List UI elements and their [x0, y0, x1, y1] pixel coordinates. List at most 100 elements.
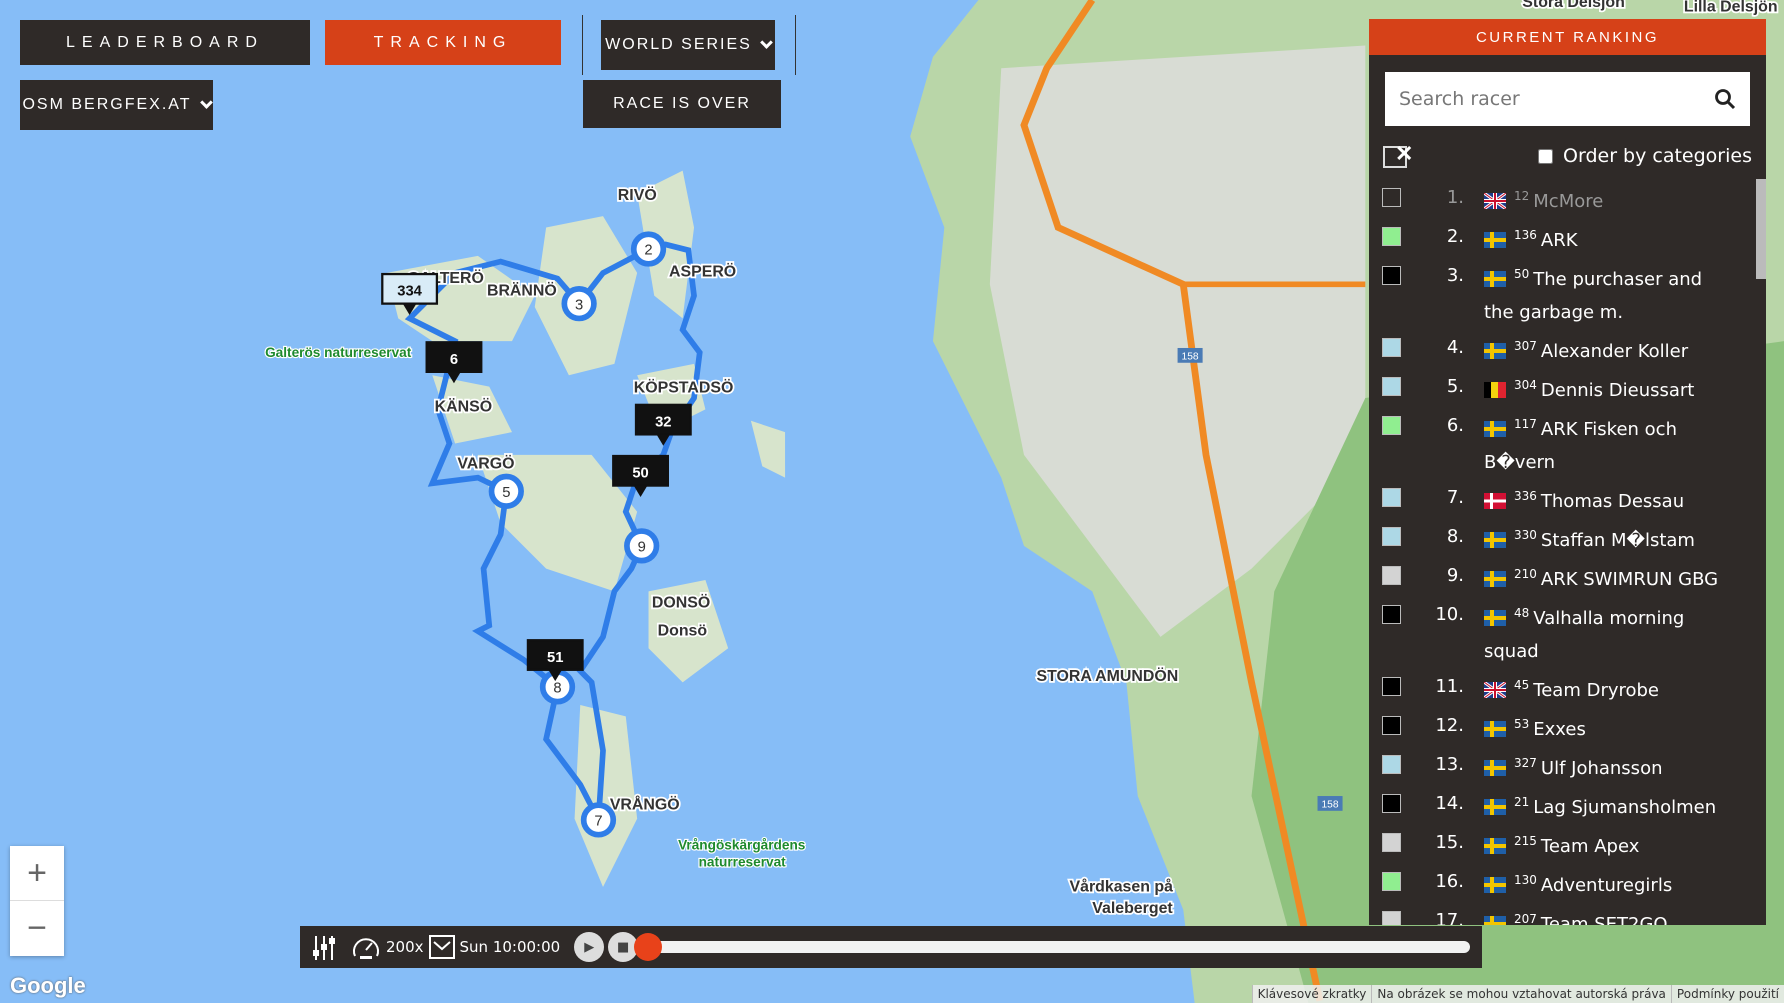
racer-color-toggle[interactable] — [1382, 677, 1401, 696]
bib-number: 304 — [1514, 378, 1537, 392]
flag-gb-icon — [1483, 680, 1507, 700]
search-icon[interactable] — [1714, 88, 1736, 110]
ranking-row[interactable]: 5. 304 Dennis Dieussart — [1369, 368, 1752, 407]
checkpoint-marker[interactable]: 3 — [561, 286, 597, 322]
rank: 1. — [1446, 187, 1464, 208]
racer-color-toggle[interactable] — [1382, 266, 1401, 285]
racer-color-toggle[interactable] — [1382, 416, 1401, 435]
ranking-row[interactable]: 8. 330 Staffan M�lstam — [1369, 518, 1752, 557]
bib-number: 53 — [1514, 717, 1530, 731]
checkpoint-marker[interactable]: 9 — [624, 528, 660, 564]
racer-name: Team Dryrobe — [1533, 680, 1660, 701]
name-cell: 12 McMore — [1483, 180, 1729, 218]
clear-selection-icon[interactable]: ✕ — [1383, 141, 1413, 168]
ranking-row[interactable]: 1. 12 McMore — [1369, 179, 1752, 218]
reserve-label: Galterös naturreservat — [265, 345, 412, 360]
name-cell: 330 Staffan M�lstam — [1484, 519, 1729, 557]
racer-color-toggle[interactable] — [1382, 872, 1401, 891]
search-input[interactable] — [1399, 88, 1714, 110]
flag-be-icon — [1484, 382, 1506, 398]
ranking-row[interactable]: 2. 136 ARK — [1369, 218, 1752, 257]
racer-color-toggle[interactable] — [1382, 227, 1401, 246]
bib-number: 130 — [1514, 873, 1537, 887]
racer-name: Adventuregirls — [1540, 875, 1673, 896]
racer-name: Dennis Dieussart — [1540, 380, 1695, 401]
racer-color-toggle[interactable] — [1382, 605, 1401, 624]
bib-number: 48 — [1514, 606, 1530, 620]
ranking-panel: CURRENT RANKING ✕ Order by categories 1.… — [1369, 19, 1766, 925]
scrollbar[interactable] — [1756, 179, 1766, 279]
ranking-row[interactable]: 17. 207 Team SET2GO — [1369, 902, 1752, 925]
ranking-row[interactable]: 3. 50 The purchaser and the garbage m. — [1369, 257, 1752, 329]
flag-se-icon — [1484, 232, 1506, 248]
racer-color-toggle[interactable] — [1382, 794, 1401, 813]
attribution-link[interactable]: Podmínky použití — [1670, 985, 1784, 1003]
ranking-row[interactable]: 14. 21 Lag Sjumansholmen — [1369, 785, 1752, 824]
timeline-handle[interactable] — [634, 933, 663, 961]
clock-icon[interactable] — [428, 933, 456, 961]
racer-color-toggle[interactable] — [1382, 188, 1401, 207]
rank: 12. — [1435, 715, 1464, 736]
name-cell: 207 Team SET2GO — [1484, 903, 1729, 925]
leaderboard-tab[interactable]: LEADERBOARD — [20, 20, 310, 65]
map-layer-label: OSM BERGFEX.AT — [22, 96, 192, 113]
bib-number: 330 — [1514, 528, 1537, 542]
ranking-row[interactable]: 13. 327 Ulf Johansson — [1369, 746, 1752, 785]
place-label: VARGÖ — [457, 454, 514, 473]
speedometer-icon[interactable] — [350, 932, 382, 962]
timeline-slider[interactable] — [634, 933, 1470, 961]
play-button[interactable]: ▶ — [574, 932, 605, 962]
place-label: Donsö — [658, 623, 708, 640]
checkpoint-marker[interactable]: 5 — [488, 473, 524, 509]
ranking-row[interactable]: 16. 130 Adventuregirls — [1369, 863, 1752, 902]
playback-bar: 200x Sun 10:00:00 ▶ ■ — [300, 926, 1482, 968]
racer-color-toggle[interactable] — [1382, 716, 1401, 735]
racer-name: Team Apex — [1540, 836, 1640, 857]
racer-color-toggle[interactable] — [1382, 833, 1401, 852]
racer-color-toggle[interactable] — [1382, 755, 1401, 774]
ranking-list: 1. 12 McMore 2. 136 ARK 3. 50 The purchaser… — [1369, 179, 1752, 925]
settings-sliders-icon[interactable] — [310, 932, 340, 962]
name-cell: 48 Valhalla morning squad — [1484, 597, 1729, 668]
racer-color-toggle[interactable] — [1382, 911, 1401, 925]
attribution-link[interactable]: Na obrázek se mohou vztahovat autorská p… — [1371, 985, 1671, 1003]
ranking-row[interactable]: 11. 45 Team Dryrobe — [1369, 668, 1752, 707]
name-cell: 53 Exxes — [1484, 708, 1729, 746]
panel-title: CURRENT RANKING — [1369, 19, 1766, 55]
ranking-row[interactable]: 15. 215 Team Apex — [1369, 824, 1752, 863]
racer-name: Ulf Johansson — [1540, 758, 1663, 779]
flag-se-icon — [1484, 721, 1506, 737]
name-cell: 215 Team Apex — [1484, 825, 1729, 863]
name-cell: 136 ARK — [1484, 219, 1729, 257]
checkpoint-marker[interactable]: 2 — [630, 231, 667, 267]
flag-se-icon — [1484, 838, 1506, 854]
ranking-row[interactable]: 4. 307 Alexander Koller — [1369, 329, 1752, 368]
bib-number: 215 — [1514, 834, 1537, 848]
checkpoint-marker[interactable]: 7 — [580, 802, 617, 838]
racer-name: ARK SWIMRUN GBG — [1540, 569, 1719, 590]
place-label: KÖPSTADSÖ — [634, 377, 734, 396]
ranking-row[interactable]: 6. 117 ARK Fisken och B�vern — [1369, 407, 1752, 479]
order-label: Order by categories — [1563, 145, 1752, 167]
order-by-categories[interactable]: Order by categories — [1538, 145, 1752, 167]
racer-color-toggle[interactable] — [1382, 377, 1401, 396]
ranking-row[interactable]: 12. 53 Exxes — [1369, 707, 1752, 746]
reserve-label: Vrångöskärgårdens — [678, 837, 806, 852]
series-dropdown[interactable]: WORLD SERIES — [601, 20, 775, 70]
ranking-row[interactable]: 10. 48 Valhalla morning squad — [1369, 596, 1752, 668]
racer-color-toggle[interactable] — [1382, 527, 1401, 546]
tracking-tab[interactable]: TRACKING — [325, 20, 561, 65]
map-layer-dropdown[interactable]: OSM BERGFEX.AT — [20, 80, 213, 130]
zoom-in-button[interactable]: + — [10, 846, 64, 901]
ranking-row[interactable]: 9. 210 ARK SWIMRUN GBG — [1369, 557, 1752, 596]
race-status-button[interactable]: RACE IS OVER — [583, 80, 781, 128]
ranking-row[interactable]: 7. 336 Thomas Dessau — [1369, 479, 1752, 518]
racer-color-toggle[interactable] — [1382, 488, 1401, 507]
zoom-out-button[interactable]: − — [10, 901, 64, 956]
racer-color-toggle[interactable] — [1382, 338, 1401, 357]
chevron-down-icon — [199, 95, 213, 109]
attribution-link[interactable]: Klávesové zkratky — [1251, 985, 1372, 1003]
speed-value: 200x — [386, 938, 424, 956]
order-checkbox[interactable] — [1538, 148, 1554, 164]
racer-color-toggle[interactable] — [1382, 566, 1401, 585]
